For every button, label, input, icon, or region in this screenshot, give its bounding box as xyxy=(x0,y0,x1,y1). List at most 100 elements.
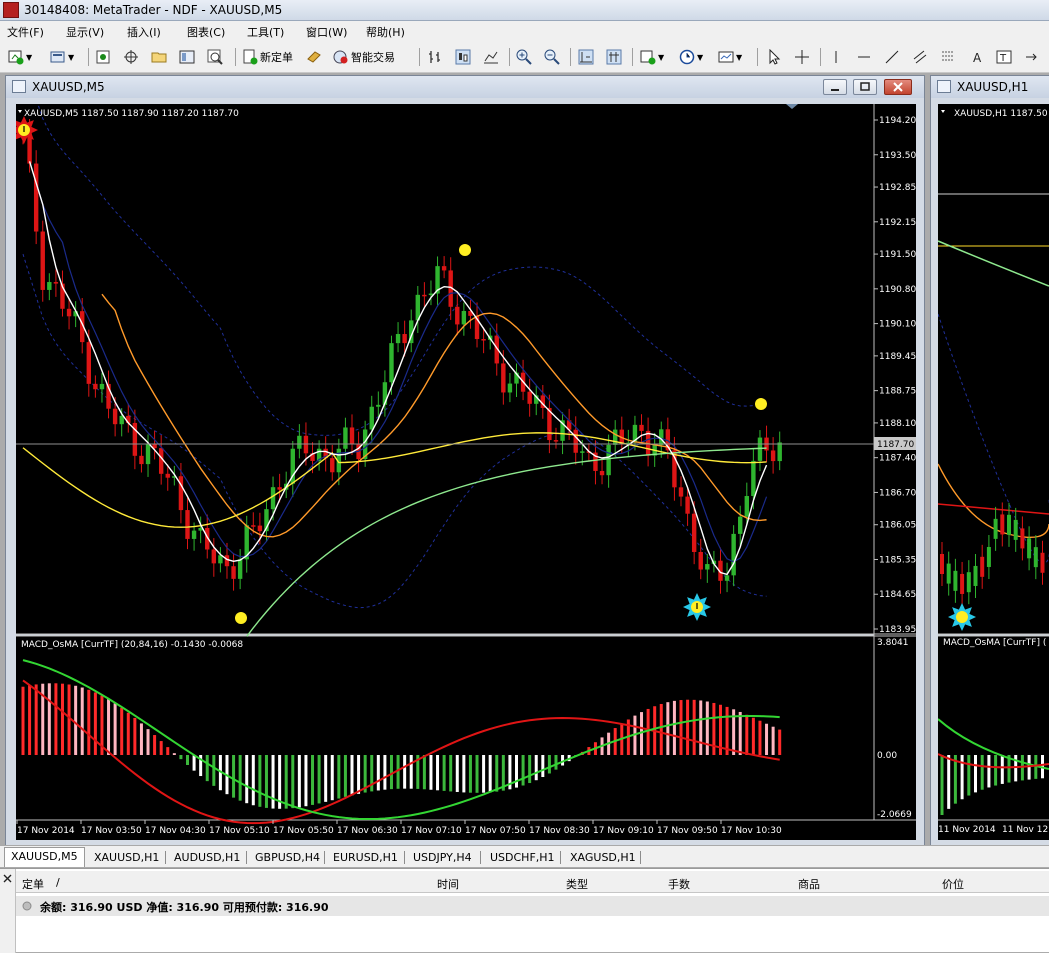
time-tick-label: 17 Nov 09:10 xyxy=(593,826,654,836)
macd-bar xyxy=(159,741,163,755)
candlestick-button[interactable] xyxy=(455,47,471,67)
candle-body xyxy=(191,530,197,539)
macd-bar xyxy=(166,747,170,755)
menu-charts[interactable]: 图表(C) xyxy=(187,24,225,40)
price-chart-2-canvas[interactable]: XAUUSD,H1 1187.50 MACD_OsMA [CurrTF] ( 1… xyxy=(938,104,1049,840)
new-order-button[interactable]: 新定单 xyxy=(242,47,293,67)
tab-xauusd-m5[interactable]: XAUUSD,M5 xyxy=(4,847,85,867)
price-chart-2[interactable]: XAUUSD,H1 1187.50 MACD_OsMA [CurrTF] ( 1… xyxy=(938,104,1049,840)
close-button[interactable] xyxy=(884,79,912,95)
navigator-button[interactable] xyxy=(123,47,139,67)
column-type[interactable]: 类型 xyxy=(566,876,588,892)
bar-chart-button[interactable] xyxy=(427,47,443,67)
macd-bar xyxy=(245,755,249,804)
tab-xagusd-h1[interactable]: XAGUSD,H1 xyxy=(564,849,642,866)
candle-body xyxy=(53,282,59,284)
chart2-signal-dot xyxy=(956,611,968,623)
candle-body xyxy=(86,342,91,384)
chart-shift-button[interactable] xyxy=(606,47,622,67)
terminal-button[interactable] xyxy=(179,47,195,67)
column-symbol[interactable]: 商品 xyxy=(798,876,820,892)
profiles-button[interactable]: ▼ xyxy=(50,47,74,67)
new-chart-button[interactable]: ▼ xyxy=(8,47,32,67)
restore-icon xyxy=(860,82,870,91)
magnifier-icon xyxy=(207,49,223,65)
macd-bar xyxy=(60,683,64,755)
chart-window-titlebar[interactable]: XAUUSD,M5 xyxy=(6,76,924,98)
chart2-macd-bar xyxy=(974,755,977,793)
tab-usdchf-h1[interactable]: USDCHF,H1 xyxy=(484,849,561,866)
chart2-candle-body xyxy=(1033,547,1038,568)
tab-usdjpy-h4[interactable]: USDJPY,H4 xyxy=(407,849,478,866)
channel-tool[interactable] xyxy=(912,47,928,67)
macd-bar xyxy=(74,685,78,755)
menu-file[interactable]: 文件(F) xyxy=(7,24,44,40)
crosshair-tool[interactable] xyxy=(794,47,810,67)
chart-shift-icon xyxy=(606,49,622,65)
macd-bar xyxy=(113,703,117,755)
time-tick-label: 17 Nov 03:50 xyxy=(81,826,142,836)
column-price[interactable]: 价位 xyxy=(942,876,964,892)
vertical-line-icon xyxy=(835,51,837,63)
chart2-candle-body xyxy=(1007,514,1011,535)
tab-eurusd-h1[interactable]: EURUSD,H1 xyxy=(327,849,404,866)
auto-scroll-button[interactable] xyxy=(578,47,594,67)
candle-body xyxy=(777,442,782,462)
auto-trading-button[interactable]: 智能交易 xyxy=(333,47,395,67)
fibonacci-tool[interactable] xyxy=(940,47,956,67)
strategy-tester-button[interactable] xyxy=(207,47,223,67)
terminal-close-icon[interactable] xyxy=(1,872,15,886)
templates-button[interactable]: ▼ xyxy=(718,47,742,67)
price-tick-label: 1188.10 xyxy=(879,419,916,429)
chart2-candle-body xyxy=(980,556,985,577)
periods-button[interactable]: ▼ xyxy=(679,47,703,67)
menu-insert[interactable]: 插入(I) xyxy=(127,24,161,40)
time-tick-label: 17 Nov 10:30 xyxy=(721,826,782,836)
text-label-tool[interactable]: T xyxy=(996,47,1012,67)
new-order-label: 新定单 xyxy=(260,51,293,64)
price-chart-canvas[interactable]: 1187.70 XAUUSD,M5 1187.50 1187.90 1187.2… xyxy=(16,104,916,840)
clock-icon xyxy=(679,49,695,65)
zoom-out-button[interactable] xyxy=(544,47,560,67)
column-time[interactable]: 时间 xyxy=(437,876,459,892)
restore-button[interactable] xyxy=(853,79,877,95)
balance-row[interactable]: 余额: 316.90 USD 净值: 316.90 可用预付款: 316.90 xyxy=(16,896,1049,916)
candle-body xyxy=(553,440,559,442)
chart-window2-titlebar[interactable]: XAUUSD,H1 xyxy=(931,76,1049,98)
candle-body xyxy=(139,455,144,465)
time-tick-label: 17 Nov 05:50 xyxy=(273,826,334,836)
meta-editor-button[interactable] xyxy=(306,47,322,67)
menu-view[interactable]: 显示(V) xyxy=(66,24,104,40)
price-chart[interactable]: 1187.70 XAUUSD,M5 1187.50 1187.90 1187.2… xyxy=(16,104,916,840)
data-window-button[interactable] xyxy=(151,47,167,67)
vertical-line-tool[interactable] xyxy=(828,47,844,67)
tab-xauusd-h1[interactable]: XAUUSD,H1 xyxy=(88,849,165,866)
arrows-tool[interactable] xyxy=(1024,47,1040,67)
minimize-button[interactable] xyxy=(823,79,847,95)
tab-audusd-h1[interactable]: AUDUSD,H1 xyxy=(168,849,246,866)
menu-tools[interactable]: 工具(T) xyxy=(247,24,284,40)
tab-gbpusd-h4[interactable]: GBPUSD,H4 xyxy=(249,849,326,866)
macd-bar xyxy=(771,726,775,755)
macd-bar xyxy=(153,735,157,755)
crosshair-target-icon xyxy=(124,50,138,64)
horizontal-line-tool[interactable] xyxy=(856,47,872,67)
cursor-tool[interactable] xyxy=(766,47,782,67)
macd-bar xyxy=(745,714,749,755)
column-lots[interactable]: 手数 xyxy=(668,876,690,892)
text-tool[interactable]: A xyxy=(970,47,986,67)
zoom-in-button[interactable] xyxy=(516,47,532,67)
column-order[interactable]: 定单 xyxy=(22,876,44,892)
market-watch-button[interactable] xyxy=(95,47,111,67)
indicators-button[interactable]: ▼ xyxy=(640,47,664,67)
trendline-tool[interactable] xyxy=(884,47,900,67)
candle-body xyxy=(224,555,230,567)
candle-body xyxy=(349,427,355,445)
price-tick-label: 1193.50 xyxy=(879,151,916,161)
macd-bar xyxy=(758,720,762,755)
line-chart-button[interactable] xyxy=(483,47,499,67)
menu-window[interactable]: 窗口(W) xyxy=(306,24,347,40)
macd-bar xyxy=(679,700,683,755)
candlestick-icon xyxy=(455,49,471,65)
menu-help[interactable]: 帮助(H) xyxy=(366,24,405,40)
